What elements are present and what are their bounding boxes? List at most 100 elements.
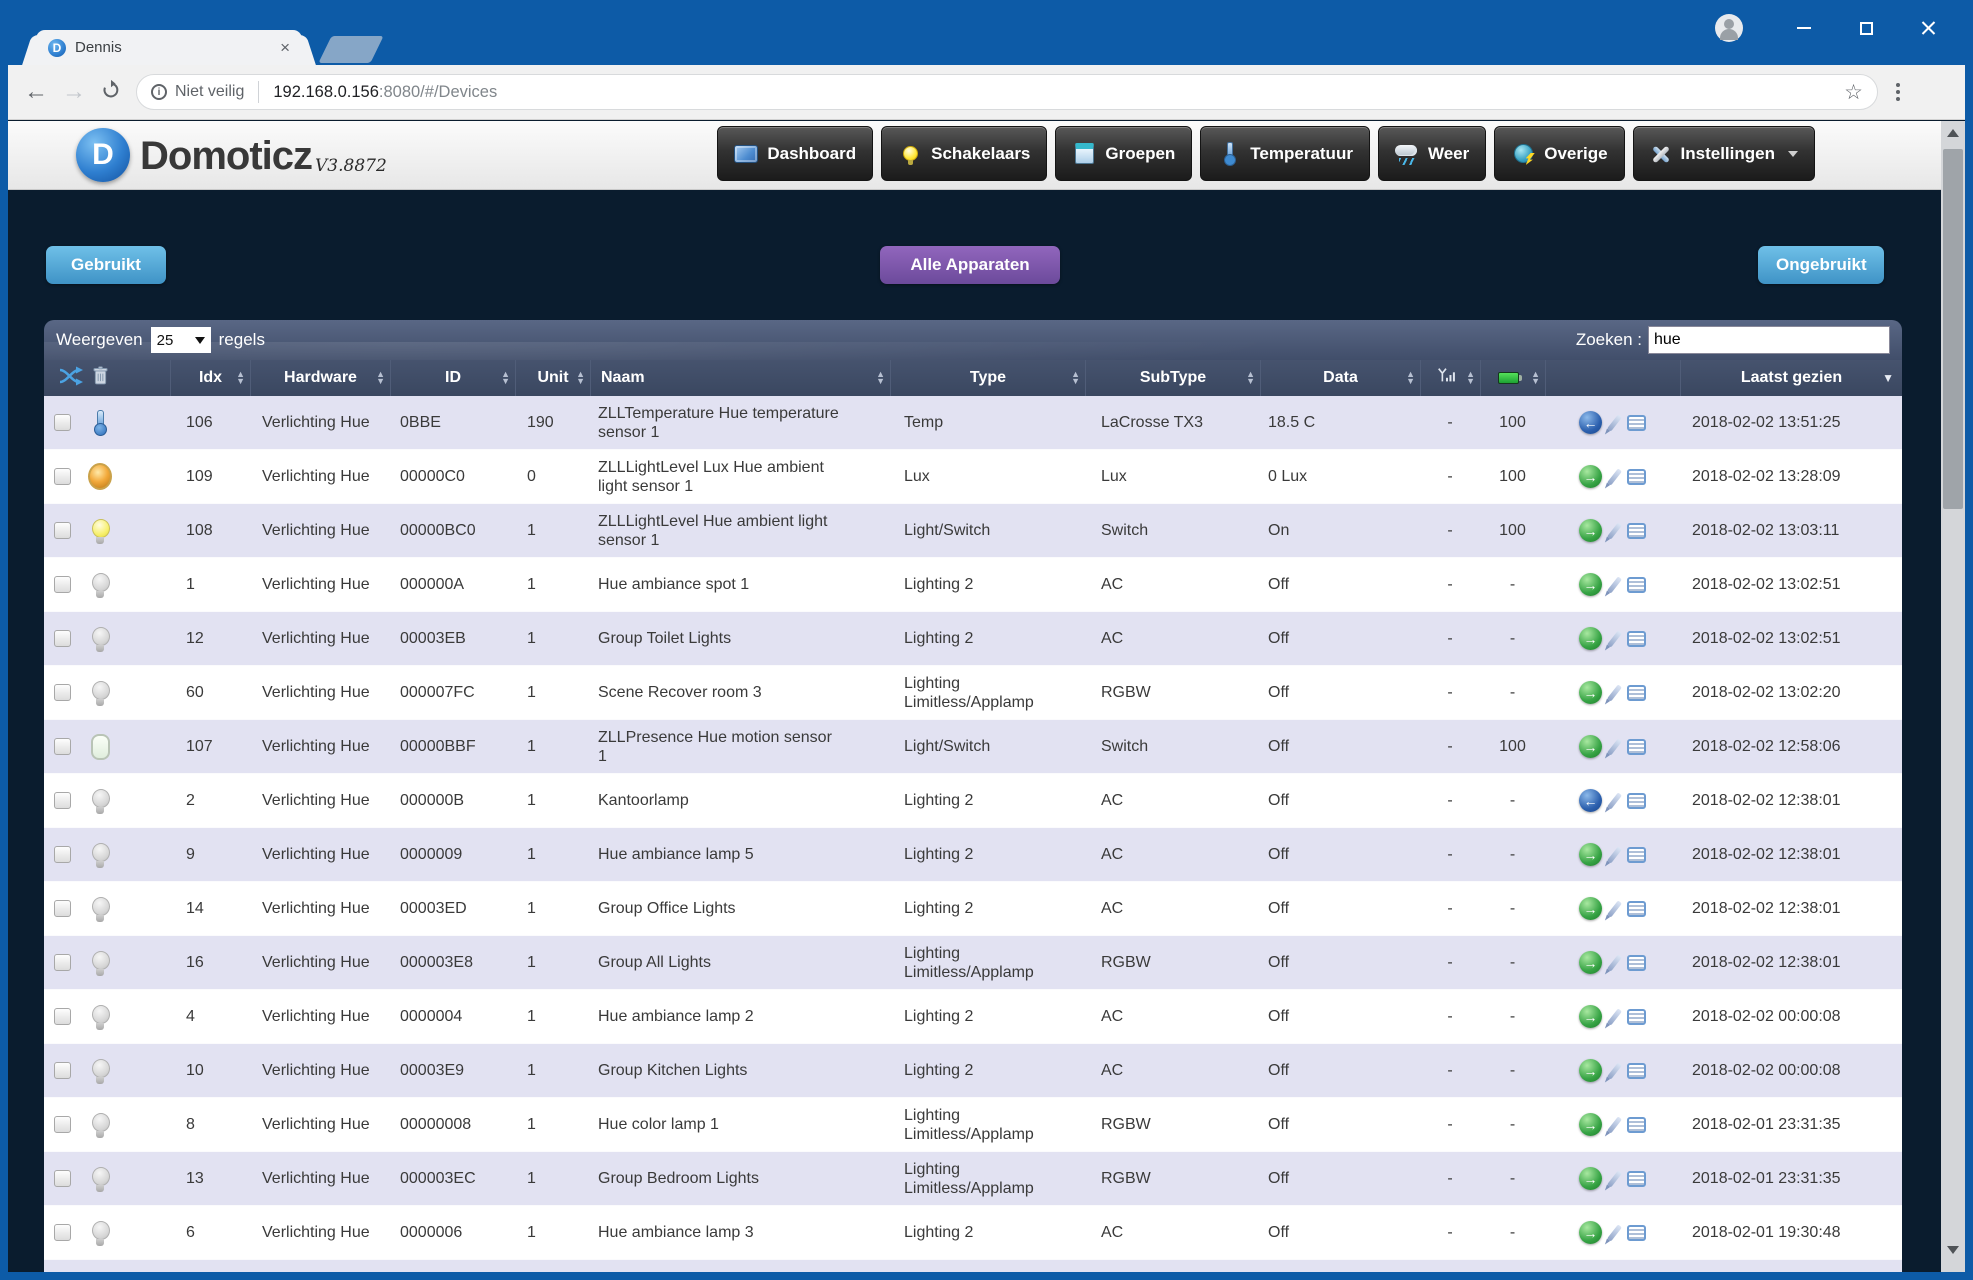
nav-temperatuur-button[interactable]: Temperatuur	[1200, 126, 1370, 181]
toggle-used-button[interactable]: →	[1579, 843, 1602, 866]
row-checkbox[interactable]	[54, 1170, 71, 1187]
edit-pencil-icon[interactable]	[1607, 1008, 1622, 1025]
table-row[interactable]: 108 Verlichting Hue 00000BC0 1 ZLLLightL…	[44, 504, 1902, 558]
nav-dashboard-button[interactable]: Dashboard	[717, 126, 873, 181]
toggle-used-button[interactable]: ←	[1579, 789, 1602, 812]
profile-icon[interactable]	[1715, 14, 1743, 42]
header-naam[interactable]: Naam▲▼	[590, 360, 890, 396]
table-row[interactable]: 106 Verlichting Hue 0BBE 190 ZLLTemperat…	[44, 396, 1902, 450]
nav-weer-button[interactable]: Weer	[1378, 126, 1486, 181]
table-row[interactable]: 12 Verlichting Hue 00003EB 1 Group Toile…	[44, 612, 1902, 666]
edit-pencil-icon[interactable]	[1607, 630, 1622, 647]
header-unit[interactable]: Unit▲▼	[515, 360, 590, 396]
log-icon[interactable]	[1627, 901, 1646, 917]
edit-pencil-icon[interactable]	[1607, 1116, 1622, 1133]
log-icon[interactable]	[1627, 577, 1646, 593]
page-size-select[interactable]: 25	[151, 327, 211, 353]
table-row[interactable]: 13 Verlichting Hue 000003EC 1 Group Bedr…	[44, 1152, 1902, 1206]
used-filter-button[interactable]: Gebruikt	[46, 246, 166, 284]
header-laatst-gezien[interactable]: Laatst gezien▼	[1680, 360, 1902, 396]
table-row[interactable]: 9 Verlichting Hue 0000009 1 Hue ambiance…	[44, 828, 1902, 882]
nav-overige-button[interactable]: Overige	[1494, 126, 1624, 181]
log-icon[interactable]	[1627, 1171, 1646, 1187]
row-checkbox[interactable]	[54, 414, 71, 431]
log-icon[interactable]	[1627, 523, 1646, 539]
sort-icon[interactable]: ▲▼	[1466, 371, 1475, 385]
header-subtype[interactable]: SubType▲▼	[1085, 360, 1260, 396]
sort-icon[interactable]: ▲▼	[576, 371, 585, 385]
trash-icon[interactable]	[93, 366, 108, 390]
url-text[interactable]: 192.168.0.156:8080/#/Devices	[273, 83, 497, 102]
row-checkbox[interactable]	[54, 522, 71, 539]
scrollbar-thumb[interactable]	[1943, 149, 1963, 509]
log-icon[interactable]	[1627, 469, 1646, 485]
edit-pencil-icon[interactable]	[1607, 522, 1622, 539]
edit-pencil-icon[interactable]	[1607, 684, 1622, 701]
sort-icon[interactable]: ▲▼	[1406, 371, 1415, 385]
log-icon[interactable]	[1627, 739, 1646, 755]
sort-icon[interactable]: ▲▼	[236, 371, 245, 385]
log-icon[interactable]	[1627, 793, 1646, 809]
move-devices-icon[interactable]	[58, 366, 83, 391]
table-row[interactable]: 1 Verlichting Hue 000000A 1 Hue ambiance…	[44, 558, 1902, 612]
row-checkbox[interactable]	[54, 900, 71, 917]
log-icon[interactable]	[1627, 1063, 1646, 1079]
edit-pencil-icon[interactable]	[1607, 954, 1622, 971]
scroll-down-button[interactable]	[1941, 1238, 1965, 1262]
table-row[interactable]: 109 Verlichting Hue 00000C0 0 ZLLLightLe…	[44, 450, 1902, 504]
row-checkbox[interactable]	[54, 576, 71, 593]
nav-schakelaars-button[interactable]: Schakelaars	[881, 126, 1047, 181]
log-icon[interactable]	[1627, 685, 1646, 701]
row-checkbox[interactable]	[54, 468, 71, 485]
table-row[interactable]: 16 Verlichting Hue 000003E8 1 Group All …	[44, 936, 1902, 990]
info-icon[interactable]: i	[151, 84, 167, 100]
log-icon[interactable]	[1627, 631, 1646, 647]
log-icon[interactable]	[1627, 1117, 1646, 1133]
row-checkbox[interactable]	[54, 792, 71, 809]
table-row[interactable]: 107 Verlichting Hue 00000BBF 1 ZLLPresen…	[44, 720, 1902, 774]
table-row[interactable]: 60 Verlichting Hue 000007FC 1 Scene Reco…	[44, 666, 1902, 720]
table-row[interactable]: 2 Verlichting Hue 000000B 1 Kantoorlamp …	[44, 774, 1902, 828]
toggle-used-button[interactable]: →	[1579, 519, 1602, 542]
edit-pencil-icon[interactable]	[1607, 792, 1622, 809]
back-button[interactable]: ←	[24, 78, 48, 106]
new-tab-button[interactable]	[318, 36, 383, 63]
toggle-used-button[interactable]: →	[1579, 627, 1602, 650]
row-checkbox[interactable]	[54, 1116, 71, 1133]
bookmark-star-icon[interactable]: ☆	[1844, 80, 1863, 105]
header-signal[interactable]: ▲▼	[1420, 360, 1480, 396]
chrome-menu-icon[interactable]	[1896, 83, 1900, 101]
row-checkbox[interactable]	[54, 1062, 71, 1079]
edit-pencil-icon[interactable]	[1607, 1170, 1622, 1187]
row-checkbox[interactable]	[54, 1224, 71, 1241]
minimize-button[interactable]	[1773, 0, 1835, 56]
browser-tab[interactable]: D Dennis ×	[36, 30, 302, 65]
toggle-used-button[interactable]: →	[1579, 681, 1602, 704]
sort-icon[interactable]: ▲▼	[501, 371, 510, 385]
all-devices-filter-button[interactable]: Alle Apparaten	[880, 246, 1060, 284]
row-checkbox[interactable]	[54, 846, 71, 863]
row-checkbox[interactable]	[54, 1008, 71, 1025]
log-icon[interactable]	[1627, 415, 1646, 431]
edit-pencil-icon[interactable]	[1607, 414, 1622, 431]
search-input[interactable]	[1648, 326, 1890, 354]
tab-close-icon[interactable]: ×	[280, 38, 290, 58]
edit-pencil-icon[interactable]	[1607, 1062, 1622, 1079]
nav-groepen-button[interactable]: Groepen	[1055, 126, 1192, 181]
toggle-used-button[interactable]: →	[1579, 951, 1602, 974]
log-icon[interactable]	[1627, 1225, 1646, 1241]
address-bar[interactable]: i Niet veilig 192.168.0.156:8080/#/Devic…	[136, 74, 1878, 110]
row-checkbox[interactable]	[54, 630, 71, 647]
row-checkbox[interactable]	[54, 738, 71, 755]
reload-button[interactable]	[100, 79, 122, 106]
header-id[interactable]: ID▲▼	[390, 360, 515, 396]
close-button[interactable]	[1897, 0, 1959, 56]
edit-pencil-icon[interactable]	[1607, 738, 1622, 755]
table-row[interactable]: 4 Verlichting Hue 0000004 1 Hue ambiance…	[44, 990, 1902, 1044]
header-data[interactable]: Data▲▼	[1260, 360, 1420, 396]
toggle-used-button[interactable]: →	[1579, 1221, 1602, 1244]
security-label[interactable]: Niet veilig	[175, 83, 244, 101]
sort-icon[interactable]: ▲▼	[376, 371, 385, 385]
toggle-used-button[interactable]: ←	[1579, 411, 1602, 434]
unused-filter-button[interactable]: Ongebruikt	[1758, 246, 1884, 284]
